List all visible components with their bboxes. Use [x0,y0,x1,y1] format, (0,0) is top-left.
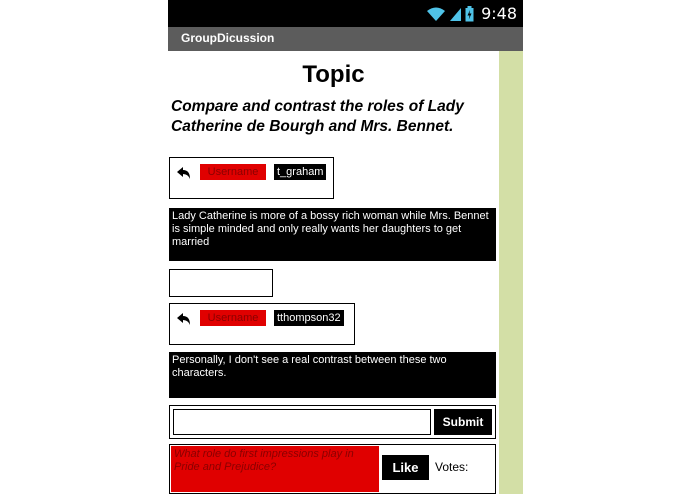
signal-icon [450,7,462,21]
submit-button[interactable]: Submit [434,409,492,435]
clock: 9:48 [481,4,517,23]
username-value: tthompson32 [274,310,344,326]
post-comment: Lady Catherine is more of a bossy rich w… [169,208,496,261]
wifi-icon [427,7,446,21]
scrollbar[interactable] [499,51,523,494]
post-comment: Personally, I don't see a real contrast … [169,352,496,398]
post-author-box: Username tthompson32 [169,303,355,345]
app-title: GroupDicussion [181,31,275,45]
reply-icon[interactable] [177,313,191,325]
reply-text-field[interactable] [169,269,273,297]
reply-icon[interactable] [177,167,191,179]
like-button[interactable]: Like [382,455,429,480]
status-icons: 9:48 [426,3,517,24]
status-bar: 9:48 [168,0,523,27]
post-author-box: Username t_graham [169,157,334,199]
app-title-bar: GroupDicussion [168,27,523,51]
next-topic-question[interactable]: What role do first impressions play in P… [171,446,379,492]
next-topic-row: What role do first impressions play in P… [169,444,496,494]
comment-input[interactable] [173,409,431,435]
topic-title: Topic [302,61,365,88]
username-value: t_graham [274,164,327,180]
votes-label: Votes: [435,460,469,474]
username-label: Username [200,310,266,326]
topic-question: Compare and contrast the roles of Lady C… [171,98,464,135]
username-label: Username [200,164,266,180]
discussion-content: Topic Compare and contrast the roles of … [168,51,499,494]
battery-icon [465,5,474,21]
phone-screen: 9:48 GroupDicussion Topic Compare and co… [168,0,523,494]
reply-row: Submit [169,405,496,439]
